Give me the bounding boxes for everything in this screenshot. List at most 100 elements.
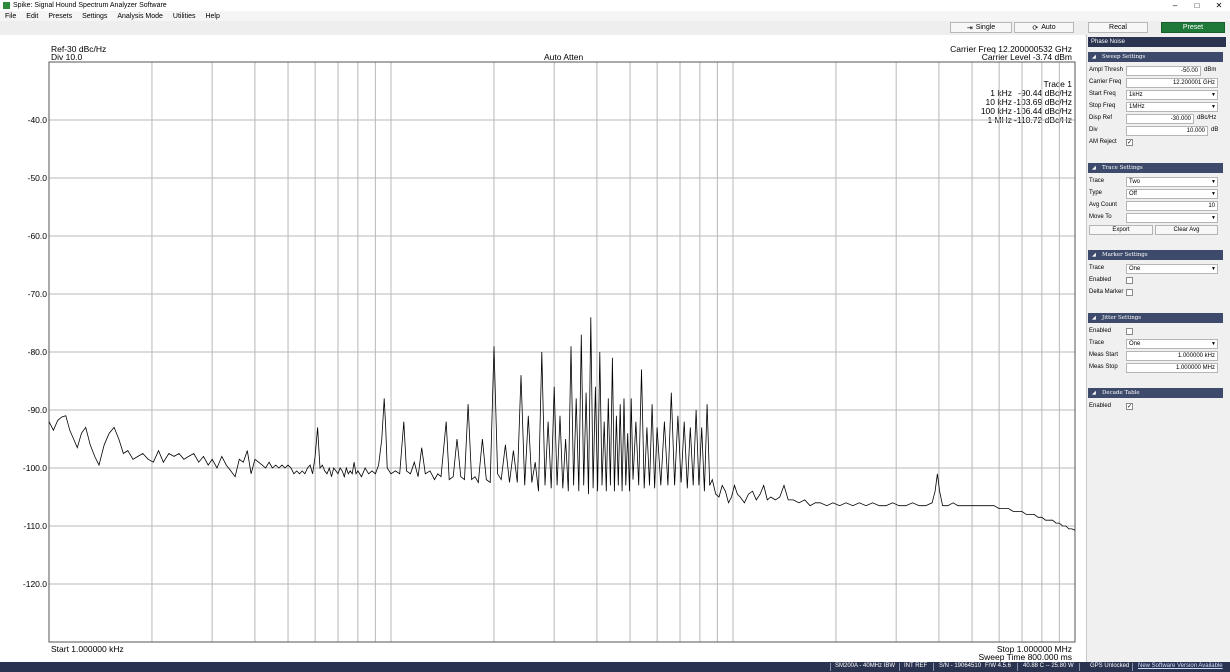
status-divider [1017, 663, 1018, 671]
menu-presets[interactable]: Presets [43, 13, 77, 20]
ref-status: INT REF [904, 663, 928, 669]
toolbar: ⇥ Single ⟳ Auto Recal Preset [0, 21, 1230, 36]
meas-start-label: Meas Start [1089, 352, 1119, 358]
trace-line [48, 317, 1076, 531]
decade-table-header[interactable]: ◢ Decade Table [1088, 388, 1223, 398]
div-setting-label: Div [1089, 127, 1098, 133]
trace-buttons-row: Export Clear Avg [1089, 225, 1222, 236]
delta-marker-row: Delta Marker [1089, 288, 1222, 299]
meas-start-row: Meas Start 1.000000 kHz [1089, 351, 1222, 362]
collapse-triangle-icon: ◢ [1092, 315, 1096, 321]
delta-marker-checkbox[interactable] [1126, 289, 1133, 296]
type-label: Type [1089, 190, 1103, 196]
menu-help[interactable]: Help [200, 13, 224, 20]
move-to-row: Move To ▼ [1089, 213, 1222, 224]
chevron-down-icon: ▼ [1211, 92, 1216, 98]
carrier-freq-row: Carrier Freq 12.200001 GHz [1089, 78, 1222, 89]
marker-enabled-label: Enabled [1089, 277, 1112, 283]
marker-trace-label: Trace [1089, 265, 1105, 271]
phase-noise-graph[interactable] [0, 35, 1085, 662]
jitter-trace-select[interactable]: One ▼ [1126, 339, 1218, 349]
meas-start-input[interactable]: 1.000000 kHz [1126, 351, 1218, 361]
avg-count-row: Avg Count 10 [1089, 201, 1222, 212]
trace-select[interactable]: Two ▼ [1126, 177, 1218, 187]
temperature-power-status: 40.88 C -- 25.80 W [1023, 663, 1074, 669]
plot-area: Ref-30 dBc/Hz Div 10.0 Auto Atten Carrie… [0, 35, 1085, 662]
marker-settings-header[interactable]: ◢ Marker Settings [1088, 250, 1223, 260]
menu-file[interactable]: File [0, 13, 21, 20]
gps-status: GPS Unlocked [1090, 663, 1130, 669]
move-to-label: Move To [1089, 214, 1112, 220]
device-status: SM200A - 40MHz IBW [835, 663, 896, 669]
minimize-icon[interactable]: – [1164, 0, 1186, 11]
status-divider [1079, 663, 1080, 671]
jitter-enabled-row: Enabled [1089, 327, 1222, 338]
single-button[interactable]: ⇥ Single [950, 22, 1012, 33]
avg-count-input[interactable]: 10 [1126, 201, 1218, 211]
ampl-thresh-label: Ampl Thresh [1089, 67, 1123, 73]
jitter-trace-label: Trace [1089, 340, 1105, 346]
carrier-freq-label: Carrier Freq [1089, 79, 1122, 85]
disp-ref-label: Disp Ref [1089, 115, 1113, 121]
menu-bar: File Edit Presets Settings Analysis Mode… [0, 11, 1230, 21]
meas-stop-input[interactable]: 1.000000 MHz [1126, 363, 1218, 373]
sweep-settings-header[interactable]: ◢ Sweep Settings [1088, 52, 1223, 62]
status-divider [933, 663, 934, 671]
marker-trace-row: Trace One ▼ [1089, 264, 1222, 275]
panel-title: Phase Noise [1088, 37, 1226, 47]
am-reject-checkbox[interactable]: ✓ [1126, 139, 1133, 146]
stop-freq-select[interactable]: 1MHz ▼ [1126, 102, 1218, 112]
stop-freq-row: Stop Freq 1MHz ▼ [1089, 102, 1222, 113]
maximize-icon[interactable]: □ [1186, 0, 1208, 11]
jitter-settings-header[interactable]: ◢ Jitter Settings [1088, 313, 1223, 323]
recal-button[interactable]: Recal [1088, 22, 1148, 33]
chevron-down-icon: ▼ [1211, 191, 1216, 197]
trace-settings-header[interactable]: ◢ Trace Settings [1088, 163, 1223, 173]
collapse-triangle-icon: ◢ [1092, 252, 1096, 258]
menu-edit[interactable]: Edit [21, 13, 43, 20]
meas-stop-label: Meas Stop [1089, 364, 1118, 370]
sweep-time-label: Sweep Time 800.000 ms [978, 652, 1072, 662]
div-input[interactable]: 10.000 [1126, 126, 1208, 136]
type-select[interactable]: Off ▼ [1126, 189, 1218, 199]
ampl-thresh-input[interactable]: -50.00 [1126, 66, 1201, 76]
move-to-select[interactable]: ▼ [1126, 213, 1218, 223]
carrier-freq-input[interactable]: 12.200001 GHz [1126, 78, 1218, 88]
avg-count-label: Avg Count [1089, 202, 1117, 208]
auto-button[interactable]: ⟳ Auto [1014, 22, 1074, 33]
clear-avg-button[interactable]: Clear Avg [1155, 225, 1218, 235]
menu-analysis-mode[interactable]: Analysis Mode [112, 13, 168, 20]
preset-button[interactable]: Preset [1161, 22, 1225, 33]
menu-utilities[interactable]: Utilities [168, 13, 201, 20]
close-icon[interactable]: ✕ [1208, 0, 1230, 11]
disp-ref-unit: dBc/Hz [1197, 115, 1217, 121]
decade-enabled-checkbox[interactable]: ✓ [1126, 403, 1133, 410]
collapse-triangle-icon: ◢ [1092, 390, 1096, 396]
app-logo-icon [3, 2, 10, 9]
start-freq-label: Start 1.000000 kHz [51, 644, 124, 654]
status-divider [830, 663, 831, 671]
menu-settings[interactable]: Settings [77, 13, 112, 20]
disp-ref-input[interactable]: -30.000 [1126, 114, 1194, 124]
am-reject-label: AM Reject [1089, 139, 1117, 145]
delta-marker-label: Delta Marker [1089, 289, 1124, 295]
trace-label: Trace [1089, 178, 1105, 184]
div-row: Div 10.000 dB [1089, 126, 1222, 137]
collapse-triangle-icon: ◢ [1092, 165, 1096, 171]
jitter-enabled-checkbox[interactable] [1126, 328, 1133, 335]
start-freq-select[interactable]: 1kHz ▼ [1126, 90, 1218, 100]
refresh-icon: ⟳ [1032, 24, 1039, 32]
chevron-down-icon: ▼ [1211, 215, 1216, 221]
decade-enabled-row: Enabled ✓ [1089, 402, 1222, 413]
marker-enabled-row: Enabled [1089, 276, 1222, 287]
meas-stop-row: Meas Stop 1.000000 MHz [1089, 363, 1222, 374]
serial-status: S/N - 19064510 [939, 663, 982, 669]
export-button[interactable]: Export [1089, 225, 1153, 235]
software-update-link[interactable]: New Software Version Available [1138, 663, 1223, 669]
start-freq-label: Start Freq [1089, 91, 1116, 97]
marker-enabled-checkbox[interactable] [1126, 277, 1133, 284]
single-sweep-icon: ⇥ [966, 24, 973, 32]
marker-trace-select[interactable]: One ▼ [1126, 264, 1218, 274]
chevron-down-icon: ▼ [1211, 104, 1216, 110]
chevron-down-icon: ▼ [1211, 266, 1216, 272]
